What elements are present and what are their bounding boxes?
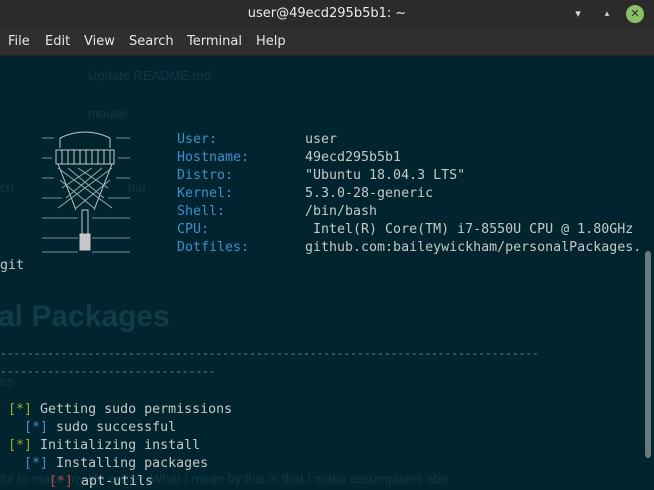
log-text: apt-utils bbox=[81, 474, 154, 489]
sysinfo-label: Kernel: bbox=[177, 186, 234, 201]
log-line: [*] Getting sudo permissions bbox=[8, 402, 232, 417]
log-bullet: [*] bbox=[8, 438, 33, 453]
log-bullet: [*] bbox=[24, 456, 49, 471]
window-title: user@49ecd295b5b1: ~ bbox=[247, 6, 407, 21]
log-line: [*] apt-utils bbox=[49, 474, 153, 489]
sysinfo-value: 49ecd295b5b1 bbox=[305, 150, 402, 165]
sysinfo-value: 5.3.0-28-generic bbox=[305, 186, 434, 201]
scrollbar[interactable] bbox=[642, 56, 654, 490]
sysinfo-value: Intel(R) Core(TM) i7-8550U CPU @ 1.80GHz bbox=[305, 222, 634, 237]
lighthouse-logo-icon bbox=[42, 131, 130, 253]
log-line: [*] sudo successful bbox=[24, 420, 176, 435]
sysinfo-value: user bbox=[305, 132, 338, 147]
sysinfo-value: /bin/bash bbox=[305, 204, 378, 219]
sysinfo-value: "Ubuntu 18.04.3 LTS" bbox=[305, 168, 466, 183]
background-text: Update README.md bbox=[88, 68, 211, 83]
maximize-icon[interactable]: ▴ bbox=[597, 4, 617, 24]
sysinfo-value: github.com:baileywickham/personalPackage… bbox=[305, 240, 642, 255]
log-text: Installing packages bbox=[56, 456, 209, 471]
log-line: [*] Installing packages bbox=[24, 456, 208, 471]
log-text: Getting sudo permissions bbox=[40, 402, 233, 417]
log-bullet: [*] bbox=[8, 402, 33, 417]
sysinfo-label: CPU: bbox=[177, 222, 210, 237]
menu-terminal[interactable]: Terminal bbox=[187, 34, 242, 49]
divider-line: ----------------------------------------… bbox=[0, 347, 539, 360]
terminal-view[interactable]: Update README.md mouse ch nal al Package… bbox=[0, 56, 654, 490]
git-text: git bbox=[0, 258, 25, 273]
background-text: ch bbox=[0, 180, 14, 195]
title-bar: user@49ecd295b5b1: ~ ▾ ▴ ✕ bbox=[0, 0, 654, 28]
close-icon[interactable]: ✕ bbox=[626, 5, 644, 23]
menu-search[interactable]: Search bbox=[129, 34, 174, 49]
sysinfo-label: Shell: bbox=[177, 204, 226, 219]
scrollbar-thumb[interactable] bbox=[645, 251, 651, 458]
menu-view[interactable]: View bbox=[84, 34, 115, 49]
menu-edit[interactable]: Edit bbox=[45, 34, 70, 49]
background-heading: al Packages bbox=[0, 300, 170, 333]
log-bullet: [*] bbox=[49, 474, 74, 489]
menu-file[interactable]: File bbox=[8, 34, 30, 49]
log-line: [*] Initializing install bbox=[8, 438, 200, 453]
sysinfo-label: User: bbox=[177, 132, 218, 147]
background-text: mouse bbox=[88, 106, 128, 121]
sysinfo-label: Distro: bbox=[177, 168, 234, 183]
log-bullet: [*] bbox=[24, 420, 49, 435]
minimize-icon[interactable]: ▾ bbox=[568, 4, 588, 24]
log-text: sudo successful bbox=[56, 420, 177, 435]
sysinfo-label: Hostname: bbox=[177, 150, 250, 165]
sysinfo-label: Dotfiles: bbox=[177, 240, 250, 255]
menu-bar: File Edit View Search Terminal Help bbox=[0, 28, 654, 56]
menu-help[interactable]: Help bbox=[256, 34, 286, 49]
divider-line: -------------------------------- bbox=[0, 365, 216, 378]
log-text: Initializing install bbox=[40, 438, 201, 453]
